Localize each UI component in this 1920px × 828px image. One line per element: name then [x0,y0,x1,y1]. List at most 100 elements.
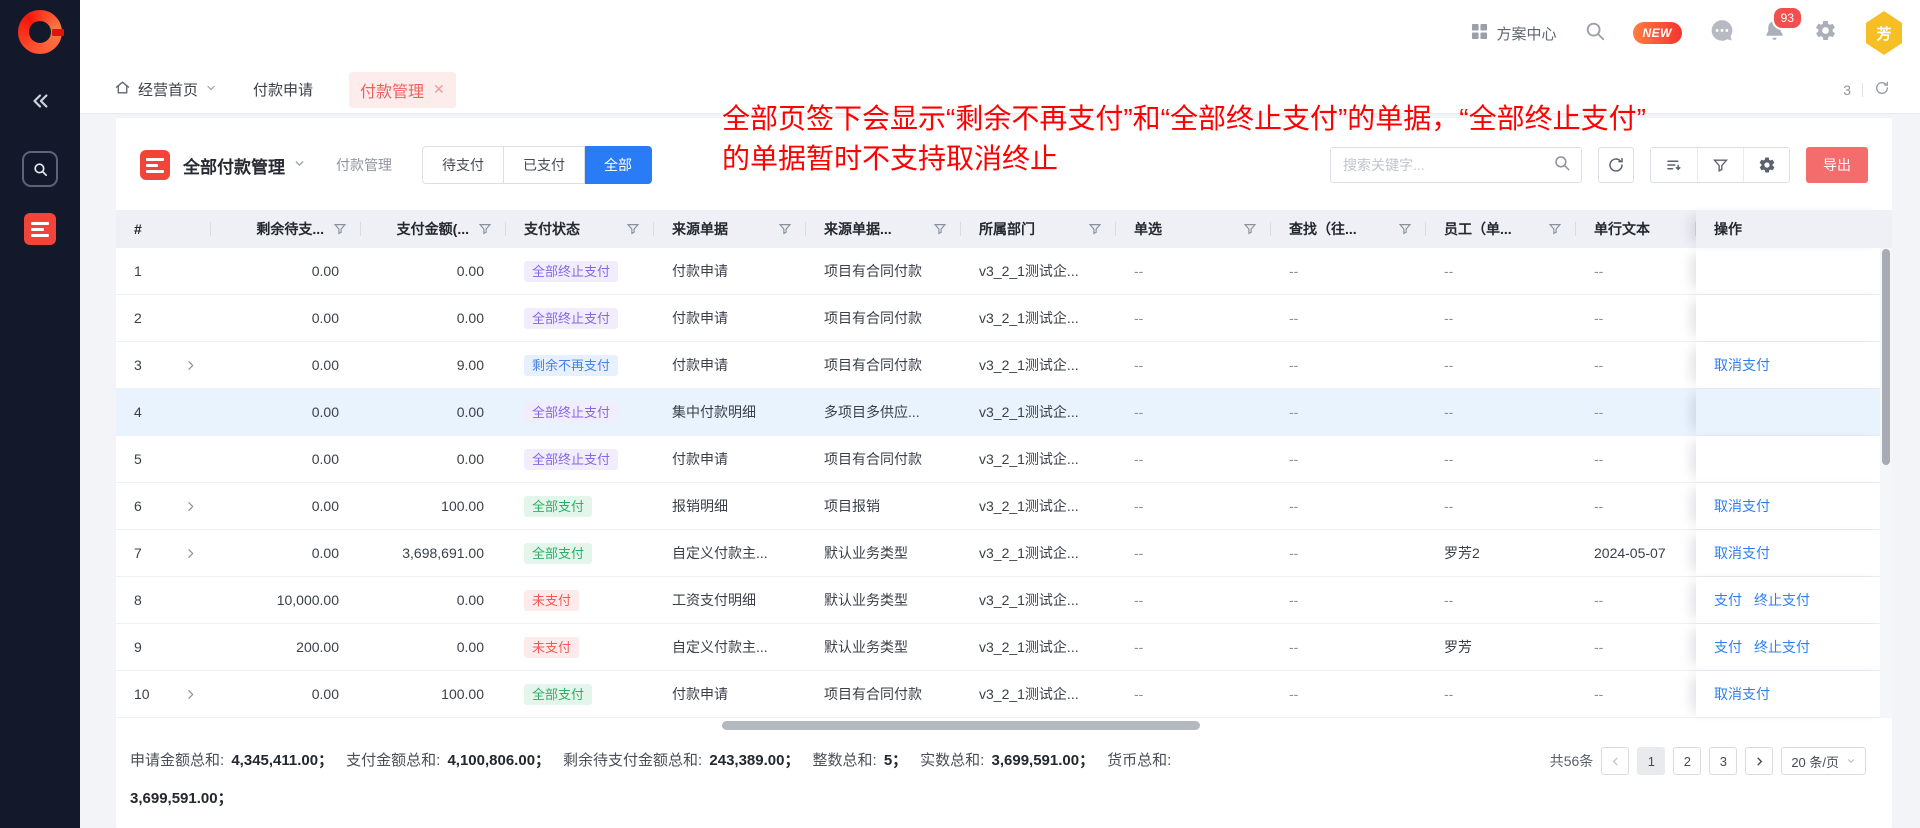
filter-tab-2[interactable]: 已支付 [504,146,585,184]
sidebar-payment-app-icon[interactable] [24,213,56,245]
column-filter-icon[interactable] [778,222,792,236]
column-filter-icon[interactable] [933,222,947,236]
grid-icon [1471,23,1488,44]
notification-badge: 93 [1772,6,1803,30]
expand-row-icon[interactable] [184,688,197,701]
table-row[interactable]: 60.00100.00全部支付报销明细项目报销v3_2_1测试企...-----… [116,483,1892,530]
cell-source: 报销明细 [654,483,806,529]
cell-index: 4 [116,389,211,435]
action-link[interactable]: 取消支付 [1714,496,1770,516]
table-tools [1650,147,1790,183]
cell-source: 自定义付款主... [654,530,806,576]
sidebar-search-icon[interactable] [22,151,58,187]
table-row[interactable]: 9200.000.00未支付自定义付款主...默认业务类型v3_2_1测试企..… [116,624,1892,671]
avatar[interactable]: 芳 [1864,11,1904,55]
status-badge: 全部终止支付 [524,449,618,470]
total-label: 支付金额总和: [346,752,444,769]
column-label-amount: 支付金额(... [397,219,469,239]
cell-employee: -- [1426,342,1576,388]
solution-center-label: 方案中心 [1496,23,1556,44]
horizontal-scrollbar[interactable] [116,720,1892,731]
table-row[interactable]: 30.009.00剩余不再支付付款申请项目有合同付款v3_2_1测试企...--… [116,342,1892,389]
action-link[interactable]: 支付 [1714,637,1742,657]
export-button[interactable]: 导出 [1806,147,1868,183]
filter-tab-group: 待支付已支付全部 [422,146,652,184]
cell-employee: -- [1426,295,1576,341]
table-row[interactable]: 20.000.00全部终止支付付款申请项目有合同付款v3_2_1测试企...--… [116,295,1892,342]
view-subtitle[interactable]: 付款管理 [336,155,392,175]
chat-icon[interactable] [1709,18,1735,49]
refresh-button[interactable] [1598,147,1634,183]
filter-tab-3[interactable]: 全部 [585,146,652,184]
cell-source_type: 默认业务类型 [806,577,961,623]
column-filter-icon[interactable] [1398,222,1412,236]
search-icon[interactable] [1584,20,1606,47]
chevron-down-icon [1846,754,1856,769]
search-icon[interactable] [1553,154,1571,177]
table-row[interactable]: 10.000.00全部终止支付付款申请项目有合同付款v3_2_1测试企...--… [116,248,1892,295]
action-link[interactable]: 取消支付 [1714,684,1770,704]
column-filter-icon[interactable] [333,222,347,236]
column-filter-icon[interactable] [1548,222,1562,236]
page-button-2[interactable]: 2 [1673,747,1701,775]
action-link[interactable]: 支付 [1714,590,1742,610]
column-header-text: 单行文本 [1576,210,1696,248]
table-row[interactable]: 810,000.000.00未支付工资支付明细默认业务类型v3_2_1测试企..… [116,577,1892,624]
page-button-1[interactable]: 1 [1637,747,1665,775]
expand-row-icon[interactable] [184,500,197,513]
total-value: 5； [884,742,907,780]
table-row[interactable]: 70.003,698,691.00全部支付自定义付款主...默认业务类型v3_2… [116,530,1892,577]
tabs-refresh-icon[interactable] [1874,80,1890,99]
tab-payment-request[interactable]: 付款申请 [253,79,313,100]
cell-remain: 0.00 [211,436,361,482]
row-index-wrap: 10 [134,686,197,702]
collapse-sidebar-icon[interactable] [29,90,51,117]
column-filter-icon[interactable] [478,222,492,236]
gear-icon[interactable] [1814,19,1837,47]
cell-index: 3 [116,342,211,388]
table-header-row: #剩余待支...支付金额(...支付状态来源单据来源单据...所属部门单选查找（… [116,210,1892,248]
row-height-button[interactable] [1651,148,1697,182]
action-link[interactable]: 取消支付 [1714,543,1770,563]
column-filter-icon[interactable] [626,222,640,236]
cell-index: 2 [116,295,211,341]
action-link[interactable]: 终止支付 [1754,590,1810,610]
table-row[interactable]: 100.00100.00全部支付付款申请项目有合同付款v3_2_1测试企...-… [116,671,1892,718]
action-link[interactable]: 取消支付 [1714,355,1770,375]
vertical-scrollbar-thumb[interactable] [1882,249,1890,465]
cell-action [1696,389,1892,435]
bell-icon[interactable] [1762,30,1787,47]
cell-amount: 100.00 [361,671,506,717]
expand-row-icon[interactable] [184,547,197,560]
filter-button[interactable] [1697,148,1743,182]
search-input[interactable] [1343,157,1553,173]
tab-payment-management[interactable]: 付款管理 ✕ [349,72,456,108]
row-index-wrap: 2 [134,310,197,326]
view-switcher[interactable]: 全部付款管理 [183,153,306,178]
column-filter-icon[interactable] [1088,222,1102,236]
next-page-button[interactable] [1745,747,1773,775]
page-button-3[interactable]: 3 [1709,747,1737,775]
action-link[interactable]: 终止支付 [1754,637,1810,657]
vertical-scrollbar[interactable] [1880,248,1892,718]
solution-center-nav[interactable]: 方案中心 [1471,23,1556,44]
cell-index: 7 [116,530,211,576]
cell-remain: 0.00 [211,248,361,294]
expand-row-icon[interactable] [184,359,197,372]
cell-lookup: -- [1271,671,1426,717]
cell-dept: v3_2_1测试企... [961,483,1116,529]
column-filter-icon[interactable] [1243,222,1257,236]
prev-page-button[interactable] [1601,747,1629,775]
table-row[interactable]: 50.000.00全部终止支付付款申请项目有合同付款v3_2_1测试企...--… [116,436,1892,483]
cell-source: 付款申请 [654,342,806,388]
filter-tab-1[interactable]: 待支付 [422,146,504,184]
cell-single: -- [1116,530,1271,576]
total-label: 剩余待支付金额总和: [563,752,706,769]
table-row[interactable]: 40.000.00全部终止支付集中付款明细多项目多供应...v3_2_1测试企.… [116,389,1892,436]
new-badge[interactable]: NEW [1633,22,1683,44]
page-size-select[interactable]: 20 条/页 [1781,747,1866,775]
column-settings-button[interactable] [1743,148,1789,182]
breadcrumb-home[interactable]: 经营首页 [114,79,217,100]
close-icon[interactable]: ✕ [433,81,445,98]
horizontal-scrollbar-thumb[interactable] [722,721,1200,730]
